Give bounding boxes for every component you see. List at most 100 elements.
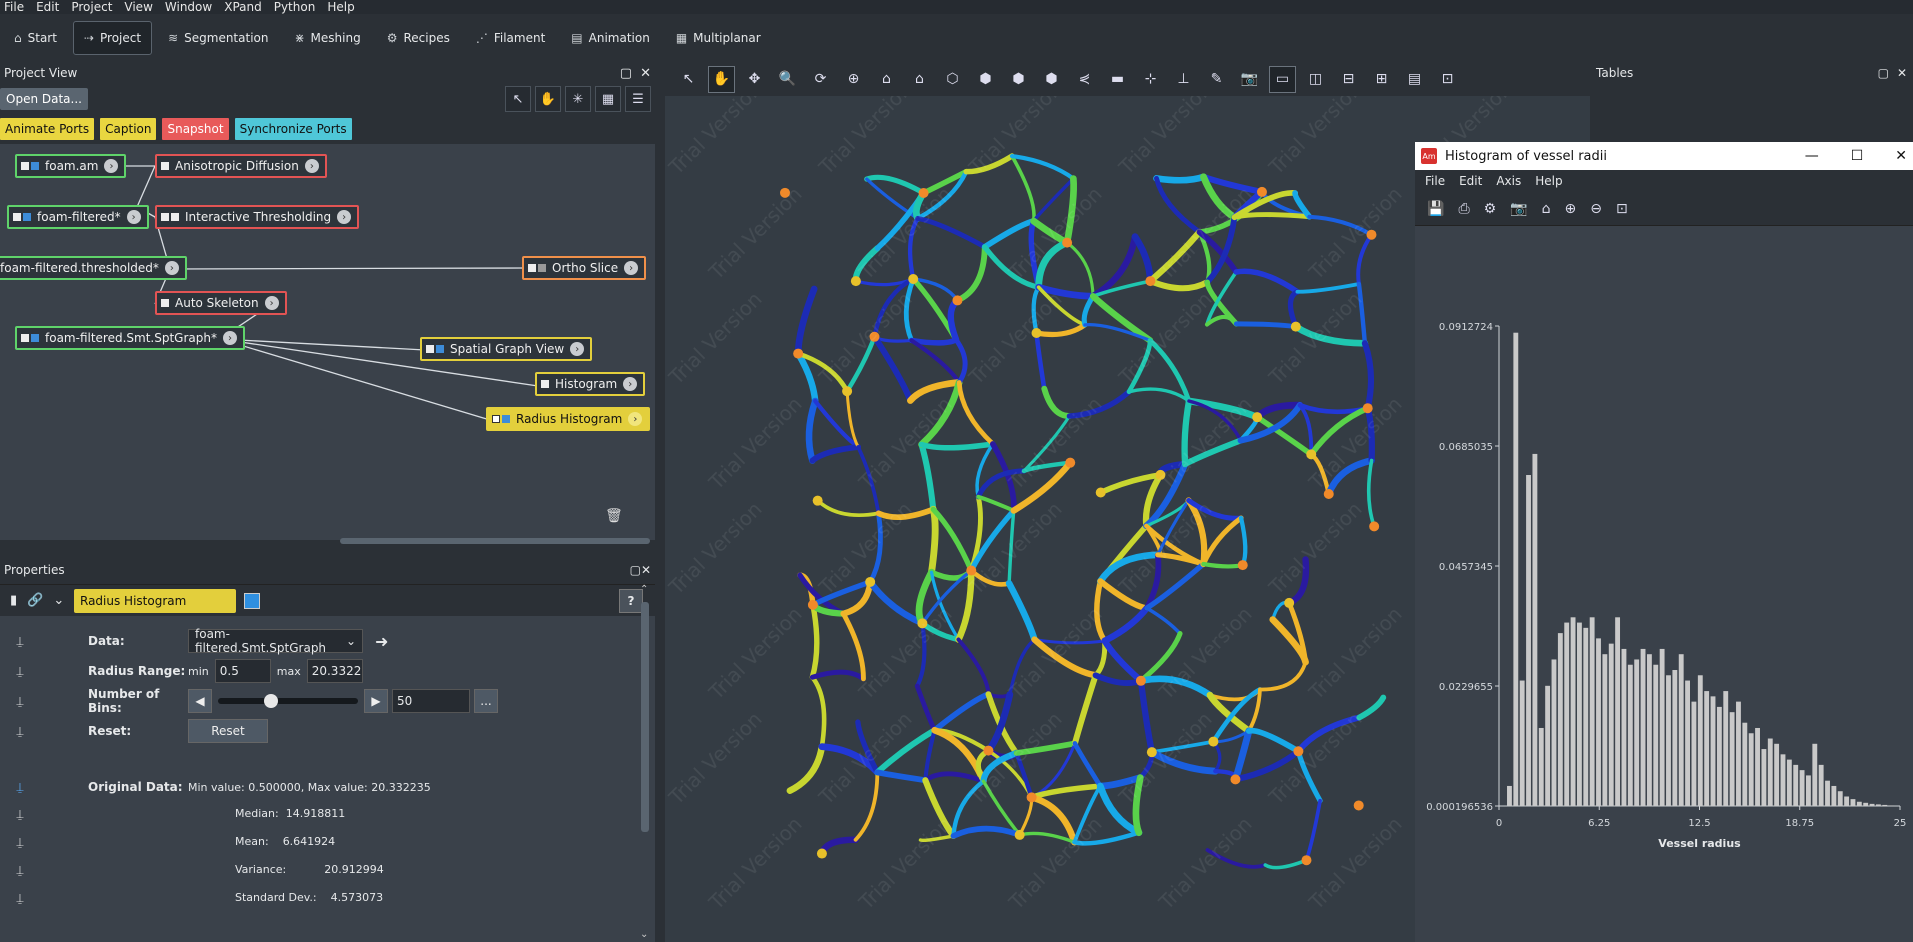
camera-icon[interactable]: 📷 [1510, 201, 1527, 217]
chevron-right-icon[interactable]: › [337, 210, 352, 224]
chevron-right-icon[interactable]: › [126, 210, 141, 224]
eyedropper-icon[interactable]: ✎ [1203, 66, 1230, 93]
animate-ports-button[interactable]: Animate Ports [0, 118, 95, 140]
open-data-button[interactable]: Open Data... [0, 88, 88, 110]
chevron-down-icon[interactable]: ⌄ [53, 593, 64, 608]
pin-icon[interactable]: ⍊ [0, 835, 40, 850]
pin-icon[interactable]: ⍊ [0, 780, 40, 795]
data-select[interactable]: foam-filtered.Smt.SptGraph ⌄ [188, 627, 363, 655]
project-horizontal-scrollbar[interactable] [10, 538, 655, 544]
home-icon[interactable]: ⌂ [873, 66, 900, 93]
pin-icon[interactable]: ⍊ [0, 664, 40, 679]
pin-icon[interactable]: ⍊ [0, 891, 40, 906]
node-radius-histogram[interactable]: Radius Histogram › [486, 407, 651, 431]
set-home-icon[interactable]: ⌂ [906, 66, 933, 93]
chevron-right-icon[interactable]: › [222, 331, 237, 345]
chevron-right-icon[interactable]: › [628, 412, 643, 426]
node-ortho-slice[interactable]: Ortho Slice › [522, 256, 647, 280]
radius-max-input[interactable]: 20.3322 [306, 659, 363, 683]
view-y-icon[interactable]: ⬢ [1005, 66, 1032, 93]
hand-icon[interactable]: ✋ [708, 65, 735, 93]
workroom-tab-project[interactable]: ⇢ Project [72, 21, 153, 55]
hist-menu-help[interactable]: Help [1535, 174, 1562, 188]
menu-edit[interactable]: Edit [32, 0, 67, 14]
synchronize-ports-button[interactable]: Synchronize Ports [234, 118, 352, 140]
workroom-tab-start[interactable]: ⌂ Start [4, 21, 67, 55]
pin-icon[interactable]: ⍊ [0, 634, 40, 649]
float-icon[interactable]: ▢ [1878, 66, 1889, 80]
chevron-right-icon[interactable]: › [624, 261, 639, 275]
menu-xpand[interactable]: XPand [220, 0, 270, 14]
bins-slider[interactable] [218, 694, 358, 708]
connect-arrow-icon[interactable]: ➜ [375, 632, 388, 651]
fullscreen-icon[interactable]: ⊡ [1434, 66, 1461, 93]
layout-quad-icon[interactable]: ⊞ [1368, 66, 1395, 93]
camera-icon[interactable]: 📷 [1236, 66, 1263, 93]
node-spatial-graph-view[interactable]: Spatial Graph View › [420, 337, 593, 361]
print-icon[interactable]: ⎙ [1458, 201, 1469, 217]
pin-icon[interactable]: ⍊ [0, 724, 40, 739]
close-icon[interactable]: ✕ [1895, 148, 1907, 164]
menu-python[interactable]: Python [270, 0, 324, 14]
workroom-tab-segmentation[interactable]: ≋ Segmentation [158, 21, 278, 55]
bins-decrease-button[interactable]: ◀ [188, 689, 212, 713]
measure-icon[interactable]: ⊥ [1170, 66, 1197, 93]
close-icon[interactable]: ✕ [1897, 66, 1907, 80]
star-icon[interactable]: ✳ [565, 86, 591, 112]
pick-icon[interactable]: ⊹ [1137, 66, 1164, 93]
bins-more-button[interactable]: ... [474, 689, 498, 713]
pin-icon[interactable]: ⍊ [0, 863, 40, 878]
bins-input[interactable]: 50 [392, 689, 470, 713]
rotate-icon[interactable]: ⟳ [807, 66, 834, 93]
hist-menu-file[interactable]: File [1425, 174, 1445, 188]
caption-button[interactable]: Caption [100, 118, 157, 140]
close-icon[interactable]: ✕ [641, 563, 651, 577]
zoom-fit-icon[interactable]: ⊡ [1616, 201, 1628, 217]
stereo-icon[interactable]: ▬ [1104, 66, 1131, 93]
reset-button[interactable]: Reset [188, 719, 268, 743]
zoom-icon[interactable]: 🔍 [774, 66, 801, 93]
view-x-icon[interactable]: ⬢ [972, 66, 999, 93]
layout-single-icon[interactable]: ▭ [1269, 65, 1296, 93]
workroom-tab-animation[interactable]: ▤ Animation [561, 21, 660, 55]
rotate-view-icon[interactable]: ⋞ [1071, 66, 1098, 93]
link-icon[interactable]: 🔗 [27, 593, 43, 608]
layout-horizontal-icon[interactable]: ⊟ [1335, 66, 1362, 93]
minimize-icon[interactable]: — [1805, 148, 1819, 164]
trash-icon[interactable]: 🗑 [605, 508, 623, 524]
pointer-icon[interactable]: ↖ [675, 66, 702, 93]
histogram-chart[interactable]: 0.0912724 0.0685035 0.0457345 0.0229655 0.00… [1415, 226, 1913, 942]
menu-window[interactable]: Window [161, 0, 220, 14]
node-histogram[interactable]: Histogram › [535, 372, 646, 396]
view-z-icon[interactable]: ⬢ [1038, 66, 1065, 93]
tree-view-icon[interactable]: ☰ [625, 86, 651, 112]
chevron-right-icon[interactable]: › [623, 377, 638, 391]
chevron-right-icon[interactable]: › [264, 296, 279, 310]
close-icon[interactable]: ✕ [640, 66, 651, 81]
bins-increase-button[interactable]: ▶ [364, 689, 388, 713]
radius-min-input[interactable]: 0.5 [214, 659, 271, 683]
pointer-icon[interactable]: ↖ [505, 86, 531, 112]
snapshot-button[interactable]: Snapshot [162, 118, 229, 140]
zoom-in-icon[interactable]: ⊕ [1565, 201, 1577, 217]
node-foam-filtered[interactable]: foam-filtered* › [7, 205, 149, 229]
pin-icon[interactable]: ⍊ [0, 807, 40, 822]
workroom-tab-meshing[interactable]: ⋇ Meshing [284, 21, 370, 55]
hand-icon[interactable]: ✋ [535, 86, 561, 112]
float-icon[interactable]: ▢ [620, 66, 632, 81]
home-icon[interactable]: ⌂ [1542, 201, 1551, 217]
menu-file[interactable]: File [0, 0, 32, 14]
seek-icon[interactable]: ⊕ [840, 66, 867, 93]
perspective-icon[interactable]: ⬡ [939, 66, 966, 93]
chart-icon[interactable]: ▮ [10, 593, 17, 608]
gear-icon[interactable]: ⚙ [1484, 201, 1497, 217]
node-foam-filtered-thresholded[interactable]: foam-filtered.thresholded* › [0, 256, 187, 280]
workroom-tab-multiplanar[interactable]: ▦ Multiplanar [666, 21, 771, 55]
chevron-right-icon[interactable]: › [304, 159, 319, 173]
node-sptgraph[interactable]: foam-filtered.Smt.SptGraph* › [15, 326, 245, 350]
node-anisotropic-diffusion[interactable]: Anisotropic Diffusion › [155, 154, 327, 178]
node-auto-skeleton[interactable]: Auto Skeleton › [155, 291, 287, 315]
menu-view[interactable]: View [120, 0, 160, 14]
node-foam-am[interactable]: foam.am › [15, 154, 127, 178]
zoom-out-icon[interactable]: ⊖ [1590, 201, 1602, 217]
